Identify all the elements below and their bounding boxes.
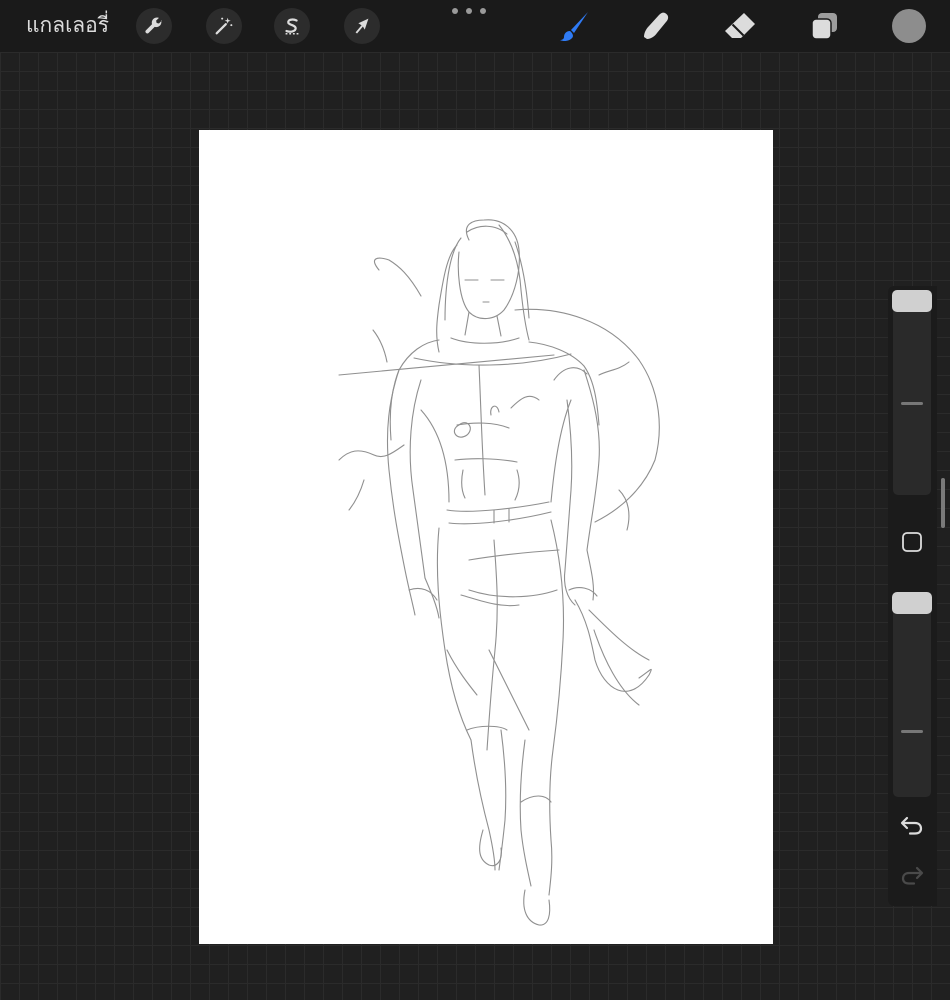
smudge-finger-icon: [644, 12, 669, 39]
gallery-button[interactable]: แกลเลอรี่: [26, 10, 109, 40]
square-icon: [902, 532, 922, 552]
magic-wand-icon: [215, 17, 233, 35]
opacity-slider[interactable]: [892, 592, 932, 797]
adjustments-button[interactable]: [206, 8, 242, 44]
brush-tool-button[interactable]: [554, 7, 594, 45]
redo-button[interactable]: [898, 862, 926, 888]
redo-arrow-icon: [901, 866, 924, 885]
smudge-tool-button[interactable]: [636, 7, 676, 45]
eraser-tool-button[interactable]: [720, 7, 760, 45]
more-menu-button[interactable]: [452, 4, 486, 18]
drawing-canvas[interactable]: [199, 130, 773, 944]
modify-button[interactable]: [901, 531, 923, 553]
more-dot: [480, 8, 486, 14]
layers-button[interactable]: [804, 7, 844, 45]
brush-icon: [560, 12, 588, 42]
selection-button[interactable]: [274, 8, 310, 44]
undo-arrow-icon: [900, 816, 923, 835]
top-toolbar: แกลเลอรี่: [0, 0, 950, 52]
eraser-icon: [725, 13, 755, 38]
actions-button[interactable]: [136, 8, 172, 44]
brush-size-slider-thumb[interactable]: [892, 290, 932, 312]
opacity-slider-thumb[interactable]: [892, 592, 932, 614]
more-dots-icon: [452, 8, 458, 14]
selection-s-icon: [285, 18, 299, 35]
slider-midpoint-mark: [901, 402, 923, 405]
slider-midpoint-mark: [901, 730, 923, 733]
brush-size-slider[interactable]: [892, 290, 932, 495]
undo-button[interactable]: [898, 812, 926, 838]
layers-icon: [811, 13, 837, 40]
more-dot: [466, 8, 472, 14]
arrow-cursor-icon: [355, 18, 369, 34]
wrench-icon: [145, 17, 162, 34]
scroll-indicator[interactable]: [941, 478, 945, 528]
color-picker-button[interactable]: [892, 9, 926, 43]
transform-button[interactable]: [344, 8, 380, 44]
side-toolbar: [888, 286, 937, 906]
pencil-sketch: [338, 219, 660, 926]
